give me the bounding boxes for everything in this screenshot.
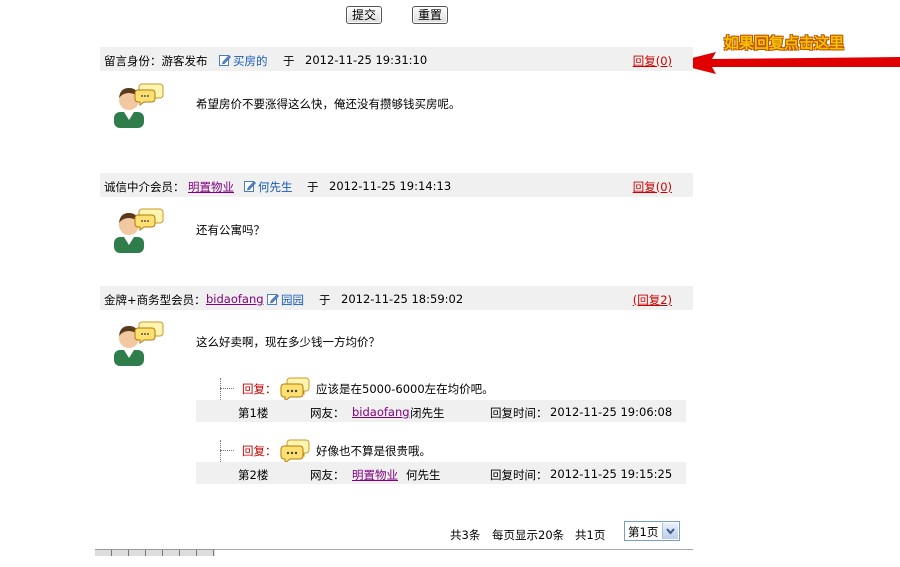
reply-time: 2012-11-25 19:06:08: [550, 405, 673, 419]
submit-button[interactable]: 提交: [346, 6, 383, 24]
poster-user[interactable]: 买房的: [219, 53, 268, 69]
reply-label: 回复：: [242, 382, 277, 396]
annotation-text: 如果回复点击这里: [724, 34, 845, 52]
poster-user[interactable]: 园园: [267, 292, 304, 308]
avatar: [108, 205, 164, 253]
reply-friend-company-link[interactable]: 明置物业: [352, 467, 398, 483]
reply-friend-label: 网友：: [310, 468, 345, 482]
poster-role: 诚信中介会员：: [104, 180, 185, 194]
reply-label: 回复：: [242, 444, 277, 458]
reply-connector: [220, 440, 221, 462]
reply-footer: 第2楼 网友： 明置物业 何先生 回复时间： 2012-11-25 19:15:…: [196, 462, 686, 484]
avatar: [108, 80, 164, 128]
reset-button[interactable]: 重置: [412, 6, 449, 24]
speech-bubble-icon: [280, 377, 310, 401]
reply-link[interactable]: 回复(0): [633, 179, 672, 195]
pager-pages: 共1页: [575, 528, 606, 542]
page-select-value: 第1页: [628, 525, 659, 539]
reply-footer: 第1楼 网友： bidaofang 闭先生 回复时间： 2012-11-25 1…: [196, 400, 686, 422]
reply-time-label: 回复时间：: [490, 406, 548, 420]
post-message: 这么好卖啊，现在多少钱一方均价？: [196, 335, 380, 349]
reply-item: 回复： 好像也不算是很贵哦。 第2楼 网友： 明置物业 何先生 回复时间： 20…: [196, 438, 686, 484]
post-header: 诚信中介会员： 明置物业 何先生 于 2012-11-25 19:14:13 回…: [100, 173, 693, 197]
divider: [215, 549, 693, 550]
reply-friend-company-link[interactable]: bidaofang: [352, 405, 410, 419]
page-select[interactable]: 第1页: [624, 521, 680, 541]
reply-time-label: 回复时间：: [490, 468, 548, 482]
reply-item: 回复： 应该是在5000-6000左在均价吧。 第1楼 网友： bidaofan…: [196, 376, 686, 422]
reply-text: 好像也不算是很贵哦。: [316, 444, 431, 458]
post-time: 2012-11-25 18:59:02: [341, 292, 464, 306]
post-time: 2012-11-25 19:14:13: [329, 179, 452, 193]
pager-total: 共3条: [450, 528, 481, 542]
reply-friend-name: 闭先生: [410, 406, 445, 420]
post-header: 金牌+商务型会员： bidaofang 园园 于 2012-11-25 18:5…: [100, 286, 693, 310]
poster-company-link[interactable]: bidaofang: [206, 292, 264, 306]
edit-icon: [219, 54, 231, 66]
poster-role: 留言身份：游客发布: [104, 54, 208, 68]
at-label: 于: [307, 180, 319, 194]
reply-floor: 第2楼: [238, 468, 269, 482]
poster-role: 金牌+商务型会员：: [104, 293, 206, 307]
avatar: [108, 318, 164, 366]
reply-floor: 第1楼: [238, 406, 269, 420]
bottom-toolbar-fragment: [95, 549, 215, 556]
edit-icon: [267, 293, 279, 305]
poster-user[interactable]: 何先生: [244, 179, 293, 195]
reply-text: 应该是在5000-6000左在均价吧。: [316, 382, 494, 396]
edit-icon: [244, 180, 256, 192]
reply-connector: [220, 378, 221, 400]
reply-friend-label: 网友：: [310, 406, 345, 420]
reply-connector: [220, 388, 234, 389]
post-message: 还有公寓吗？: [196, 223, 265, 237]
annotation-arrow-icon: [672, 52, 900, 74]
speech-bubble-icon: [280, 439, 310, 463]
at-label: 于: [319, 293, 331, 307]
reply-connector: [220, 450, 234, 451]
reply-friend-name: 何先生: [406, 468, 441, 482]
pager-per-page: 每页显示20条: [492, 528, 565, 542]
reply-link[interactable]: (回复2): [633, 292, 672, 308]
poster-company-link[interactable]: 明置物业: [188, 179, 234, 195]
post-header: 留言身份：游客发布 买房的 于 2012-11-25 19:31:10 回复(0…: [100, 47, 693, 71]
at-label: 于: [283, 54, 295, 68]
chevron-down-icon[interactable]: [662, 523, 678, 539]
reply-time: 2012-11-25 19:15:25: [550, 467, 673, 481]
reply-link[interactable]: 回复(0): [633, 53, 672, 69]
post-time: 2012-11-25 19:31:10: [305, 53, 428, 67]
post-message: 希望房价不要涨得这么快，俺还没有攒够钱买房呢。: [196, 97, 461, 111]
